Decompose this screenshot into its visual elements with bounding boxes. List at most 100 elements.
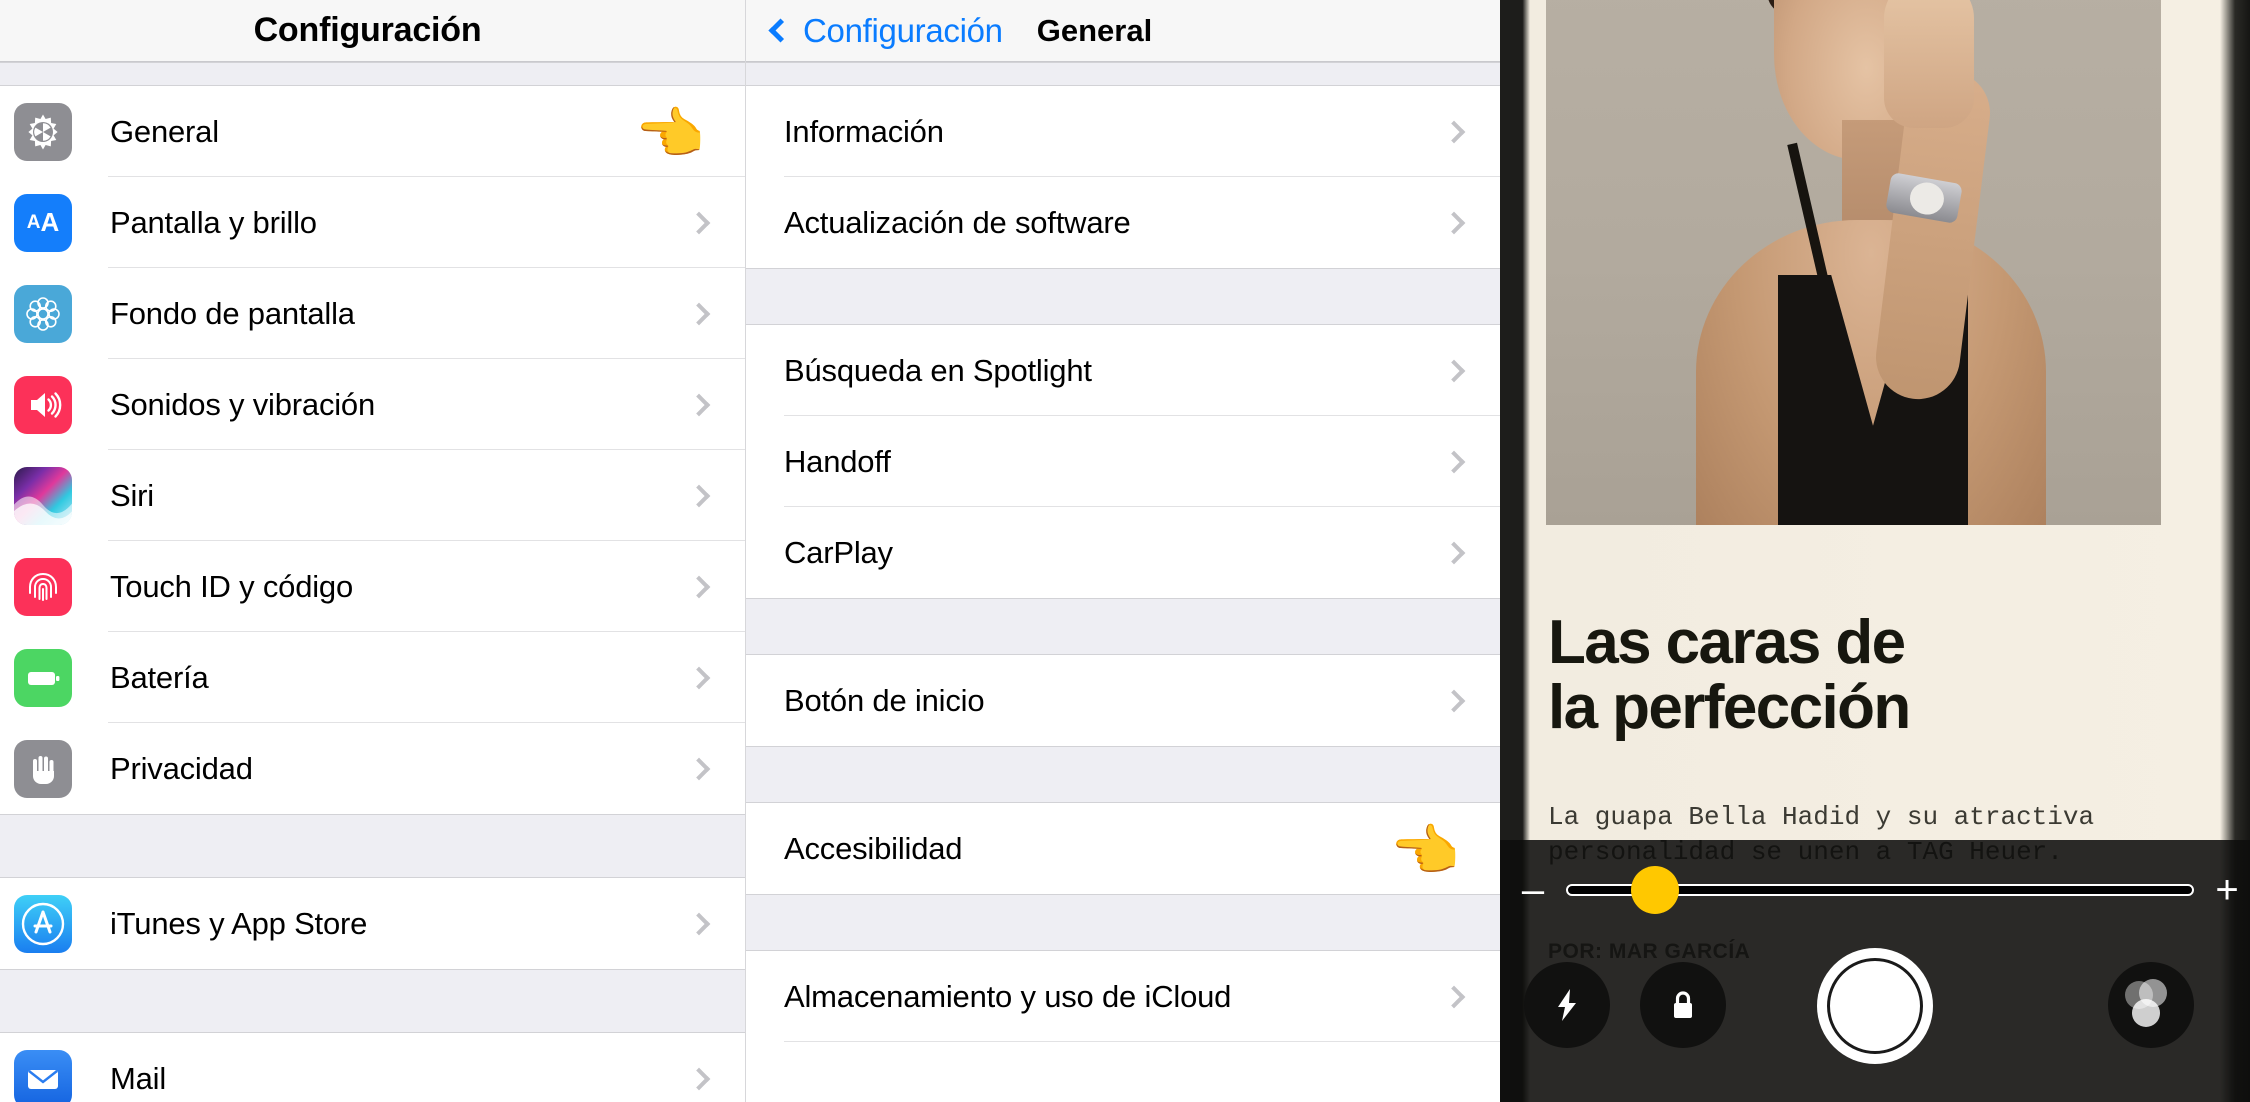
battery-icon	[14, 648, 72, 707]
detail-item-label: Accesibilidad	[784, 830, 963, 866]
zoom-slider-track[interactable]	[1566, 866, 2194, 914]
magazine-headline: Las caras de la perfección	[1548, 610, 2178, 740]
hand-privacy-icon	[14, 739, 72, 798]
chevron-right-icon	[1442, 211, 1466, 234]
detail-group-4: Accesibilidad 👈	[746, 803, 1500, 894]
zoom-slider[interactable]: – +	[1500, 866, 2250, 914]
sidebar-item-itunes-y-app-store[interactable]: iTunes y App Store	[0, 878, 745, 969]
detail-item-label: Actualización de software	[784, 204, 1131, 240]
detail-page-title: General	[1036, 12, 1153, 48]
settings-and-camera-screen: Configuración General 👈 A A Pantalla y b…	[0, 0, 2250, 1102]
sidebar-item-label: Sonidos y vibración	[110, 386, 376, 422]
sidebar-item-touch-id-y-codigo[interactable]: Touch ID y código	[0, 541, 745, 632]
detail-group-gap-1	[746, 268, 1500, 325]
sidebar-item-label: Touch ID y código	[110, 568, 354, 604]
detail-group-1: Información Actualización de software	[746, 86, 1500, 268]
zoom-in-icon[interactable]: +	[2204, 870, 2250, 910]
settings-sidebar: Configuración General 👈 A A Pantalla y b…	[0, 0, 745, 1102]
back-chevron-icon[interactable]	[768, 18, 793, 43]
sidebar-item-fondo-de-pantalla[interactable]: Fondo de pantalla	[0, 268, 745, 359]
detail-item-label: Almacenamiento y uso de iCloud	[784, 978, 1232, 1014]
filters-button[interactable]	[2108, 962, 2194, 1048]
detail-group-gap-top	[746, 62, 1500, 86]
lock-button[interactable]	[1640, 962, 1726, 1048]
detail-item-label: Información	[784, 113, 944, 149]
sidebar-item-siri[interactable]: Siri	[0, 450, 745, 541]
gear-icon	[14, 102, 72, 161]
chevron-right-icon	[687, 757, 711, 780]
sidebar-header: Configuración	[0, 0, 745, 62]
chevron-right-icon	[687, 393, 711, 416]
detail-item-busqueda-en-spotlight[interactable]: Búsqueda en Spotlight	[746, 325, 1500, 416]
chevron-right-icon	[687, 1067, 711, 1090]
sidebar-item-label: Fondo de pantalla	[110, 295, 355, 331]
detail-group-2: Búsqueda en Spotlight Handoff CarPlay	[746, 325, 1500, 598]
hand-pointing-left-icon: 👈	[1390, 819, 1460, 882]
detail-group-gap-3	[746, 746, 1500, 803]
magazine-headline-line1: Las caras de	[1548, 608, 1906, 677]
detail-item-label: Búsqueda en Spotlight	[784, 352, 1092, 388]
chevron-right-icon	[687, 912, 711, 935]
sidebar-item-label: Privacidad	[110, 750, 253, 786]
sidebar-item-pantalla-y-brillo[interactable]: AA Pantalla y brillo	[0, 177, 745, 268]
detail-item-label: CarPlay	[784, 534, 893, 570]
detail-item-almacenamiento-y-uso-de-icloud[interactable]: Almacenamiento y uso de iCloud	[746, 951, 1500, 1042]
magazine-photo	[1546, 0, 2161, 525]
chevron-right-icon	[687, 666, 711, 689]
wallpaper-icon	[14, 284, 72, 343]
sidebar-group-gap-1	[0, 814, 745, 878]
detail-item-accesibilidad[interactable]: Accesibilidad 👈	[746, 803, 1500, 894]
sidebar-item-bateria[interactable]: Batería	[0, 632, 745, 723]
sidebar-group-gap-2	[0, 969, 745, 1033]
detail-item-informacion[interactable]: Información	[746, 86, 1500, 177]
sidebar-item-label: Mail	[110, 1060, 167, 1096]
chevron-right-icon	[687, 484, 711, 507]
back-button-label[interactable]: Configuración	[803, 12, 1003, 50]
mail-icon	[14, 1049, 72, 1102]
sidebar-group-gap-top	[0, 62, 745, 86]
page-title: Configuración	[253, 11, 482, 49]
chevron-right-icon	[1442, 985, 1466, 1008]
zoom-slider-thumb[interactable]	[1631, 866, 1680, 914]
detail-item-actualizacion-de-software[interactable]: Actualización de software	[746, 177, 1500, 268]
hand-pointing-left-icon: 👈	[635, 102, 705, 165]
chevron-right-icon	[1442, 359, 1466, 382]
text-size-icon: AA	[14, 193, 72, 252]
sidebar-item-privacidad[interactable]: Privacidad	[0, 723, 745, 814]
chevron-right-icon	[687, 302, 711, 325]
detail-group-5: Almacenamiento y uso de iCloud	[746, 951, 1500, 1042]
chevron-right-icon	[1442, 450, 1466, 473]
general-detail-panel: Configuración General Información Actual…	[745, 0, 1500, 1102]
detail-item-label: Handoff	[784, 443, 891, 479]
sidebar-item-mail[interactable]: Mail	[0, 1033, 745, 1102]
photo-hand	[1884, 0, 1974, 128]
detail-item-label: Botón de inicio	[784, 682, 985, 718]
sidebar-item-label: iTunes y App Store	[110, 905, 368, 941]
sidebar-item-label: Batería	[110, 659, 209, 695]
app-store-icon	[14, 894, 72, 953]
shutter-button[interactable]	[1817, 948, 1933, 1064]
camera-viewfinder-panel: Las caras de la perfección La guapa Bell…	[1500, 0, 2250, 1102]
sidebar-item-label: Siri	[110, 477, 154, 513]
detail-item-carplay[interactable]: CarPlay	[746, 507, 1500, 598]
sidebar-item-label: General	[110, 113, 219, 149]
detail-item-boton-de-inicio[interactable]: Botón de inicio	[746, 655, 1500, 746]
sidebar-group-1: General 👈 AA Pantalla y brillo Fondo de …	[0, 86, 745, 814]
speaker-icon	[14, 375, 72, 434]
zoom-out-icon[interactable]: –	[1510, 870, 1556, 910]
sidebar-item-sonidos-y-vibracion[interactable]: Sonidos y vibración	[0, 359, 745, 450]
camera-controls-overlay: – +	[1500, 840, 2250, 1102]
camera-button-row	[1500, 940, 2250, 1090]
flash-button[interactable]	[1524, 962, 1610, 1048]
shutter-inner-ring	[1827, 958, 1923, 1054]
sidebar-group-3: Mail	[0, 1033, 745, 1102]
detail-item-handoff[interactable]: Handoff	[746, 416, 1500, 507]
detail-header: Configuración General	[746, 0, 1500, 62]
lock-icon	[1663, 985, 1703, 1025]
detail-group-gap-2	[746, 598, 1500, 655]
fingerprint-icon	[14, 557, 72, 616]
photo-watch-face	[1907, 179, 1947, 218]
sidebar-group-2: iTunes y App Store	[0, 878, 745, 969]
magazine-headline-line2: la perfección	[1548, 673, 1911, 743]
sidebar-item-general[interactable]: General 👈	[0, 86, 745, 177]
